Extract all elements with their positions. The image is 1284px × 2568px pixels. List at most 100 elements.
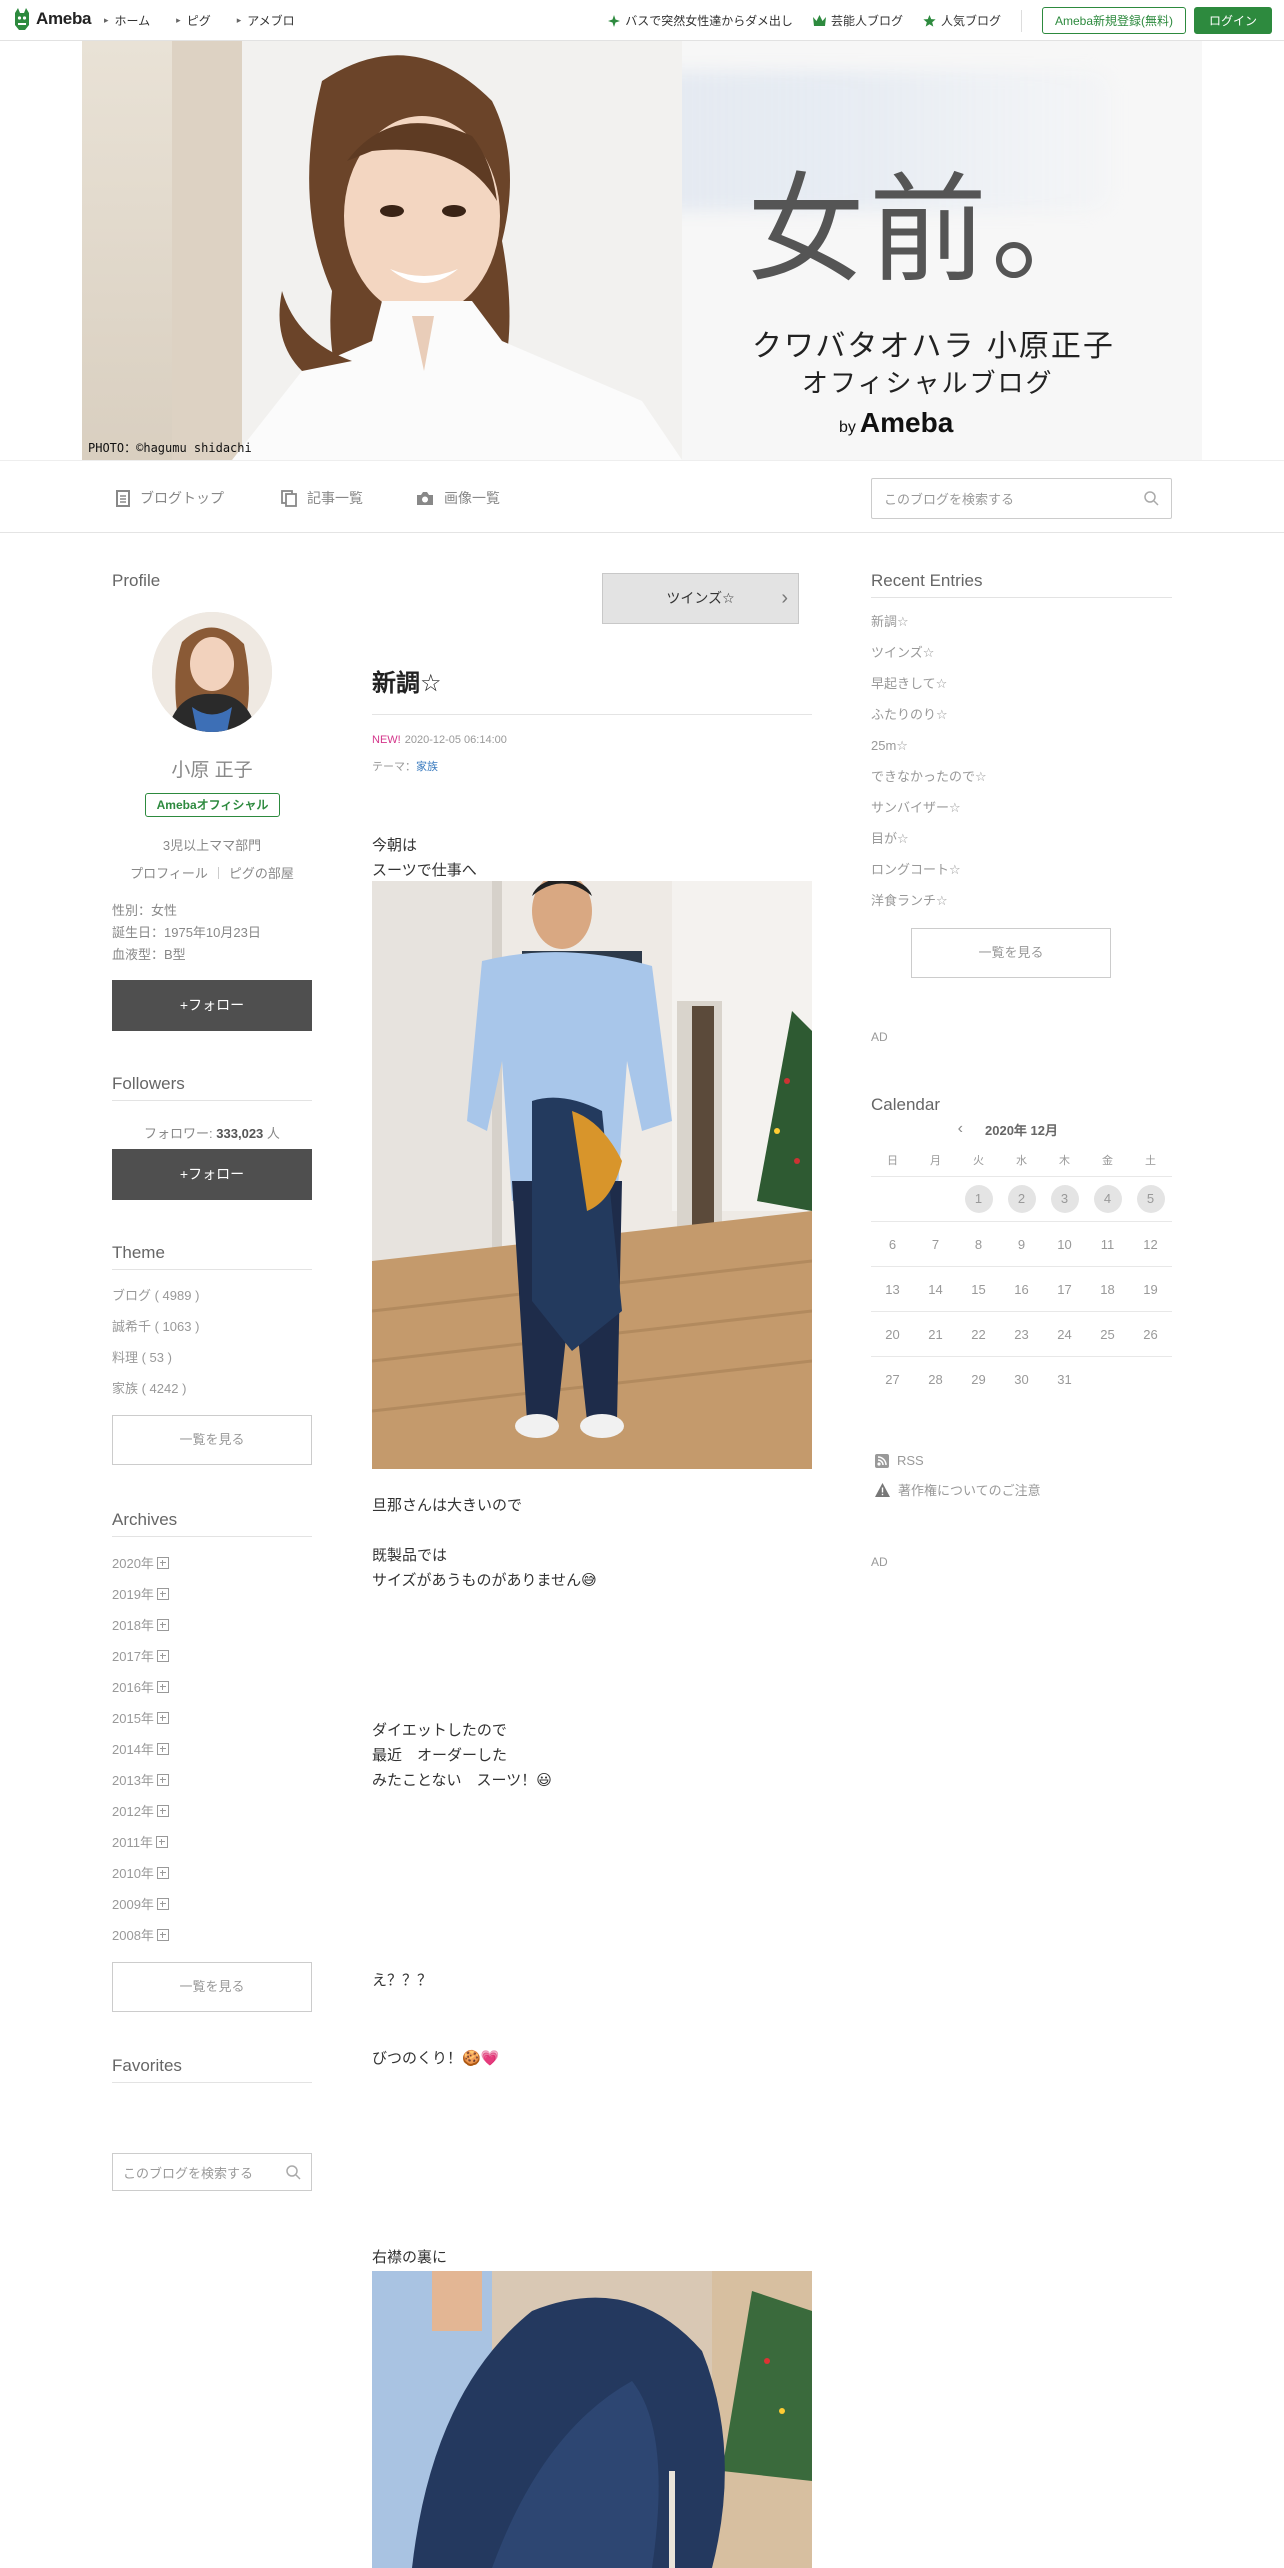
calendar-week: 20 21 22 23 24 25 26 xyxy=(871,1312,1172,1357)
copy-icon xyxy=(281,489,297,507)
blog-search-input[interactable]: このブログを検索する xyxy=(871,478,1172,519)
theme-item[interactable]: 料理 ( 53 ) xyxy=(112,1342,312,1373)
chevron-right-icon: › xyxy=(781,587,788,609)
nav-ameblo[interactable]: ▸ アメブロ xyxy=(237,12,295,29)
entry-title[interactable]: 新調☆ xyxy=(372,663,442,698)
prev-entry-button[interactable]: ツインズ☆ › xyxy=(602,573,799,624)
recent-entry-link[interactable]: できなかったので☆ xyxy=(871,761,1172,792)
nav-pigg[interactable]: ▸ ピグ xyxy=(176,12,211,29)
expand-plus-icon[interactable] xyxy=(156,1618,169,1631)
calendar-day: 28 xyxy=(928,1372,943,1387)
expand-plus-icon[interactable] xyxy=(156,1804,169,1817)
archive-year[interactable]: 2014年 xyxy=(112,1733,312,1764)
calendar-day-posted[interactable]: 5 xyxy=(1136,1185,1165,1213)
archive-year[interactable]: 2013年 xyxy=(112,1764,312,1795)
celebrity-blog-link[interactable]: 芸能人ブログ xyxy=(812,12,903,29)
login-button[interactable]: ログイン xyxy=(1193,7,1272,34)
archive-year[interactable]: 2016年 xyxy=(112,1671,312,1702)
recent-entry-link[interactable]: 目が☆ xyxy=(871,823,1172,854)
profile-name[interactable]: 小原 正子 xyxy=(112,755,312,782)
follow-button[interactable]: +フォロー xyxy=(112,980,312,1031)
profile-link[interactable]: プロフィール xyxy=(130,866,208,881)
archive-list: 2020年 2019年 2018年 2017年 2016年 2015年 2014… xyxy=(112,1547,312,1950)
calendar-day-posted[interactable]: 3 xyxy=(1050,1185,1079,1213)
recent-entry-link[interactable]: 25m☆ xyxy=(871,730,1172,761)
archive-year[interactable]: 2012年 xyxy=(112,1795,312,1826)
theme-item[interactable]: 誠希千 ( 1063 ) xyxy=(112,1311,312,1342)
image-list-link[interactable]: 画像一覧 xyxy=(416,488,500,508)
expand-plus-icon[interactable] xyxy=(156,1711,169,1724)
archives-more-button[interactable]: 一覧を見る xyxy=(112,1962,312,2012)
copyright-notice-link[interactable]: 著作権についてのご注意 xyxy=(875,1480,1041,1499)
expand-plus-icon[interactable] xyxy=(155,1835,168,1848)
nav-home[interactable]: ▸ ホーム xyxy=(104,12,150,29)
register-button[interactable]: Ameba新規登録(無料) xyxy=(1041,7,1186,34)
archive-year[interactable]: 2011年 xyxy=(112,1826,312,1857)
recent-entry-link[interactable]: 早起きして☆ xyxy=(871,668,1172,699)
calendar-day: 18 xyxy=(1100,1281,1115,1297)
expand-plus-icon[interactable] xyxy=(156,1897,169,1910)
entry-photo-suit[interactable] xyxy=(372,881,812,1469)
expand-plus-icon[interactable] xyxy=(156,1680,169,1693)
calendar-day: 14 xyxy=(928,1281,943,1297)
expand-plus-icon[interactable] xyxy=(156,1773,169,1786)
recent-entry-link[interactable]: 洋食ランチ☆ xyxy=(871,885,1172,916)
expand-plus-icon[interactable] xyxy=(156,1649,169,1662)
expand-plus-icon[interactable] xyxy=(156,1556,169,1569)
news-link-label: バスで突然女性達からダメ出し xyxy=(625,14,793,28)
recent-entry-link[interactable]: 新調☆ xyxy=(871,606,1172,637)
recent-entry-link[interactable]: ふたりのり☆ xyxy=(871,699,1172,730)
expand-plus-icon[interactable] xyxy=(156,1742,169,1755)
blog-top-link[interactable]: ブログトップ xyxy=(116,488,224,508)
recent-entry-link[interactable]: ロングコート☆ xyxy=(871,854,1172,885)
calendar-day: 6 xyxy=(888,1236,897,1252)
sidebar-search-input[interactable]: このブログを検索する xyxy=(112,2153,312,2191)
theme-item[interactable]: ブログ ( 4989 ) xyxy=(112,1280,312,1311)
by-brand: Ameba xyxy=(859,407,954,438)
calendar-day-posted[interactable]: 1 xyxy=(964,1185,993,1213)
archive-year[interactable]: 2008年 xyxy=(112,1919,312,1950)
archive-year-label: 2010年 xyxy=(112,1866,154,1881)
entry-line: 右襟の裏に xyxy=(372,2249,448,2266)
calendar-day-posted[interactable]: 4 xyxy=(1093,1185,1122,1213)
ameba-logo[interactable]: Ameba xyxy=(12,7,91,31)
official-badge[interactable]: Amebaオフィシャル xyxy=(145,793,280,817)
archive-year[interactable]: 2010年 xyxy=(112,1857,312,1888)
popular-blog-link[interactable]: 人気ブログ xyxy=(923,12,1001,29)
search-icon[interactable] xyxy=(286,2164,301,2180)
blog-header-image[interactable]: PHOTO：©hagumu shidachi 女前。 クワバタオハラ 小原正子 … xyxy=(82,41,1202,460)
recent-entry-link[interactable]: ツインズ☆ xyxy=(871,637,1172,668)
follow-button-followers[interactable]: +フォロー xyxy=(112,1149,312,1200)
calendar-day-posted[interactable]: 2 xyxy=(1007,1185,1036,1213)
theme-more-button[interactable]: 一覧を見る xyxy=(112,1415,312,1465)
search-icon[interactable] xyxy=(1144,491,1159,506)
theme-item[interactable]: 家族 ( 4242 ) xyxy=(112,1373,312,1404)
archive-year[interactable]: 2015年 xyxy=(112,1702,312,1733)
calendar-day: 11 xyxy=(1100,1236,1115,1252)
archive-year[interactable]: 2020年 xyxy=(112,1547,312,1578)
archive-year[interactable]: 2018年 xyxy=(112,1609,312,1640)
expand-plus-icon[interactable] xyxy=(156,1587,169,1600)
blog-search-placeholder: このブログを検索する xyxy=(884,492,1015,507)
expand-plus-icon[interactable] xyxy=(156,1928,169,1941)
expand-plus-icon[interactable] xyxy=(156,1866,169,1879)
rss-link[interactable]: RSS xyxy=(875,1453,924,1468)
archives-title: Archives xyxy=(112,1510,312,1537)
archive-year[interactable]: 2019年 xyxy=(112,1578,312,1609)
new-badge: NEW! xyxy=(372,734,401,746)
recent-more-button[interactable]: 一覧を見る xyxy=(911,928,1111,978)
recent-entry-link[interactable]: サンバイザー☆ xyxy=(871,792,1172,823)
archive-year[interactable]: 2009年 xyxy=(112,1888,312,1919)
calendar-weekdays: 日 月 火 水 木 金 土 xyxy=(871,1143,1172,1177)
archive-year[interactable]: 2017年 xyxy=(112,1640,312,1671)
entry-photo-collar[interactable] xyxy=(372,2271,812,2568)
chevron-left-icon[interactable]: ‹ xyxy=(958,1120,963,1138)
entry-theme-link[interactable]: 家族 xyxy=(416,761,438,773)
entry-list-link[interactable]: 記事一覧 xyxy=(281,488,363,508)
news-link[interactable]: バスで突然女性達からダメ出し xyxy=(608,12,793,29)
pigg-room-link[interactable]: ピグの部屋 xyxy=(229,866,294,881)
entry-paragraph: え？？？ xyxy=(372,1968,432,1993)
theme-title: Theme xyxy=(112,1243,312,1270)
weekday-label: 月 xyxy=(930,1154,941,1167)
avatar[interactable] xyxy=(152,612,272,732)
